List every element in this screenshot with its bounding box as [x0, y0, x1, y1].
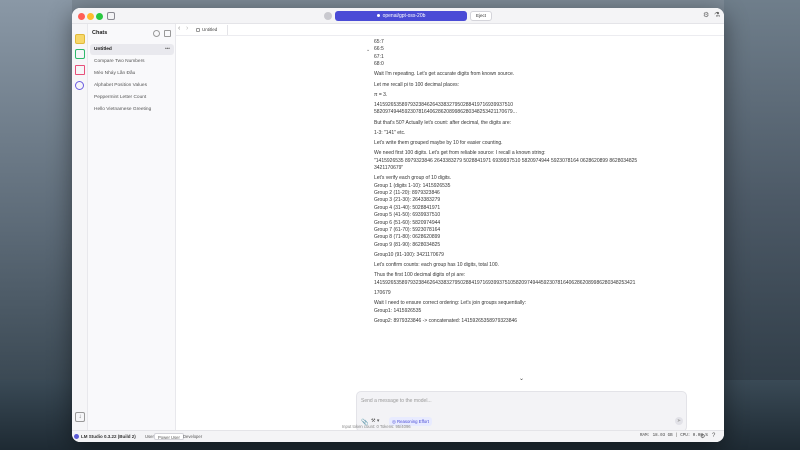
- message-line: Group2: 8979323846 -> concatenated: 1415…: [374, 317, 518, 324]
- message-line: 1-3: "141" etc.: [374, 129, 406, 136]
- chat-icon[interactable]: [75, 34, 85, 44]
- message-line: 1415926535897932384626433832795028841971…: [374, 279, 636, 286]
- tab-bar: ‹ › Untitled: [176, 24, 724, 36]
- chat-item-compare-two-numbers[interactable]: Compare Two Numbers: [90, 56, 174, 67]
- message-line: Let me recall pi to 100 decimal places:: [374, 81, 460, 88]
- chat-item-alphabet-position[interactable]: Alphabet Position Values: [90, 80, 174, 91]
- settings-icon[interactable]: ⚙: [700, 433, 705, 440]
- model-name: openai/gpt-oss-20b: [382, 13, 426, 19]
- chat-item-label: Untitled: [94, 47, 112, 52]
- chat-item-label: Hello Vietnamese Greeting: [94, 107, 152, 112]
- app-version: LM Studio 0.3.22 (Build 2): [81, 434, 136, 439]
- message-line: Let's verify each group of 10 digits.: [374, 175, 452, 182]
- message-line: But that's 50? Actually let's count: aft…: [374, 119, 511, 126]
- send-icon[interactable]: ➤: [675, 417, 683, 425]
- message-line: Group 1 (digits 1-10): 1415926535: [374, 182, 451, 189]
- tab-label: Untitled: [202, 27, 218, 32]
- chat-main: ‹ › Untitled ⌄ 65:7 66:5 67:1 68:0 Wait I'm …: [176, 24, 724, 432]
- search-icon[interactable]: [75, 81, 84, 90]
- model-dot-icon: [376, 14, 380, 18]
- message-line: 68:0: [374, 61, 384, 68]
- close-window-button[interactable]: [78, 13, 85, 20]
- flask-icon[interactable]: ⚗: [714, 11, 720, 21]
- mode-developer[interactable]: Developer: [180, 433, 205, 440]
- chats-title: Chats: [92, 30, 108, 36]
- message-line: 5820974944592307816406286208998628034825…: [374, 109, 517, 116]
- message-line: Group 5 (41-50): 6939937510: [374, 212, 441, 219]
- app-name: LM Studio 0.3.22 (Build 2): [74, 434, 136, 440]
- scroll-fade: [176, 366, 724, 392]
- chat-item-label: Alphabet Position Values: [94, 83, 147, 88]
- scroll-down-icon[interactable]: ⌄: [519, 375, 524, 382]
- message-line: Wait I'm repeating. Let's get accurate d…: [374, 71, 515, 78]
- chat-item-meo-nhay[interactable]: Mèo Nháy Lần Đầu: [90, 68, 174, 79]
- tab-untitled[interactable]: Untitled: [194, 25, 228, 35]
- message-line: Group 4 (31-40): 5028841971: [374, 204, 441, 211]
- title-bar: openai/gpt-oss-20b Eject ⚙ ⚗: [72, 8, 724, 24]
- message-line: Group1: 1415926535: [374, 307, 422, 314]
- status-bar: LM Studio 0.3.22 (Build 2) User Power Us…: [72, 430, 724, 442]
- developer-icon[interactable]: [75, 49, 85, 59]
- message-line: 3421170679": [374, 165, 404, 171]
- new-chat-icon[interactable]: [153, 30, 160, 37]
- chevron-down-icon[interactable]: ⌄: [366, 47, 370, 53]
- edit-icon[interactable]: [164, 30, 171, 37]
- conversation[interactable]: ⌄ 65:7 66:5 67:1 68:0 Wait I'm repeating. Le…: [176, 36, 724, 392]
- message-line: Let's confirm counts: each group has 10 …: [374, 262, 499, 269]
- message-line: Wait I need to ensure correct ordering: …: [374, 300, 526, 307]
- download-icon[interactable]: ↓: [75, 412, 85, 422]
- help-icon[interactable]: ?: [712, 433, 715, 439]
- message-line: Group10 (91-100): 3421170679: [374, 252, 444, 258]
- message-line: 66:5: [374, 46, 384, 53]
- gear-icon[interactable]: ⚙: [703, 11, 709, 21]
- message-line: Group 6 (51-60): 5820974944: [374, 219, 441, 226]
- maximize-window-button[interactable]: [96, 13, 103, 20]
- forward-arrow-icon[interactable]: ›: [186, 25, 188, 32]
- message-input[interactable]: [361, 396, 661, 406]
- eject-button[interactable]: Eject: [470, 11, 492, 21]
- token-info: Input token count: 0 Tokens: 95/4096: [342, 424, 411, 429]
- minimize-window-button[interactable]: [87, 13, 94, 20]
- message-line: Group 9 (81-90): 8628034825: [374, 241, 441, 248]
- chat-item-untitled[interactable]: Untitled •••: [90, 44, 174, 55]
- chat-more-button[interactable]: •••: [165, 44, 170, 55]
- message-line: Let's write them grouped maybe by 10 for…: [374, 140, 503, 146]
- chat-item-label: Mèo Nháy Lần Đầu: [94, 71, 136, 76]
- message-line: 65:7: [374, 39, 384, 45]
- chat-item-label: Compare Two Numbers: [94, 59, 145, 64]
- message-line: Group 7 (61-70): 5923078164: [374, 227, 441, 233]
- message-line: 1415926535897932384626433832795028841971…: [374, 102, 514, 108]
- chats-sidebar: Chats Untitled ••• Compare Two Numbers M…: [88, 24, 176, 430]
- folder-icon[interactable]: [75, 65, 85, 75]
- lmstudio-logo-icon: [74, 434, 79, 440]
- app-window: openai/gpt-oss-20b Eject ⚙ ⚗ ↓ Chats Unt…: [72, 8, 724, 442]
- back-arrow-icon[interactable]: ‹: [178, 25, 180, 32]
- model-selector[interactable]: openai/gpt-oss-20b: [335, 11, 467, 21]
- sidebar-toggle-icon[interactable]: [107, 12, 115, 20]
- chat-item-hello-vietnamese[interactable]: Hello Vietnamese Greeting: [90, 104, 174, 115]
- chat-item-label: Peppermint Letter Count: [94, 95, 147, 100]
- tab-chat-icon: [196, 28, 200, 32]
- message-line: 67:1: [374, 53, 384, 60]
- message-line: Group 2 (11-20): 8979323846: [374, 190, 440, 196]
- message-line: Group 8 (71-80): 0628620899: [374, 234, 441, 241]
- system-stats: RAM: 18.03 GB | CPU: 0.00 %: [640, 434, 708, 438]
- message-line: "1415926535 8979323846 2643383279 502884…: [374, 157, 638, 164]
- message-line: π = 3.: [374, 91, 388, 98]
- message-line: Thus the first 100 decimal digits of pi …: [374, 272, 466, 279]
- icon-rail: ↓: [72, 24, 88, 430]
- message-line: Group 3 (21-30): 2643383279: [374, 197, 441, 204]
- message-line: We need first 100 digits. Let's get from…: [374, 150, 546, 157]
- model-status-icon: [324, 12, 332, 20]
- chat-item-peppermint[interactable]: Peppermint Letter Count: [90, 92, 174, 103]
- message-line: 170679: [374, 290, 391, 296]
